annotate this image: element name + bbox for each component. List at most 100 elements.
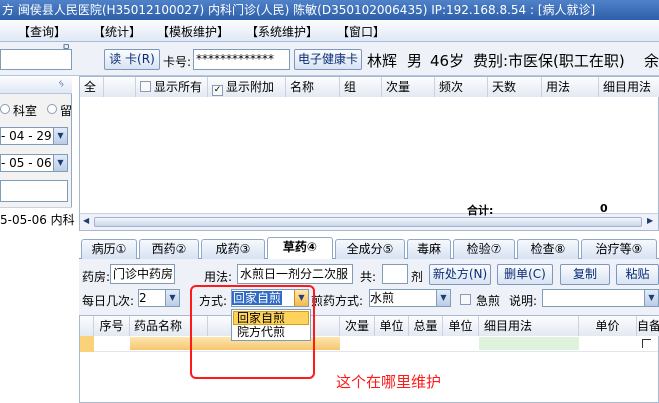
scroll-right-icon[interactable]: ▶ [647,216,653,225]
scroll-thumb[interactable] [94,217,642,227]
row-indicator [80,336,94,352]
urgent-decoction-checkbox[interactable] [460,294,471,305]
total-label: 合计: [467,204,494,217]
tab-medical-record[interactable]: 病历① [81,239,137,259]
col-frequency: 频次 [435,77,488,97]
radio-other-icon[interactable] [47,104,57,114]
visit-list: 5-05-06 内科 [0,207,75,403]
date-from-picker[interactable]: - 04 - 29 ▼ [0,127,68,145]
col-seq: 序号 [94,316,130,336]
window-title-bar: 方 闽侯县人民医院(H35012100027) 内科门诊(人民) 陈敏(D350… [0,0,659,20]
col-detail-usage: 细目用法 [479,316,579,336]
tab-lab-tests[interactable]: 检验⑦ [453,239,515,259]
radio-other-label: 留 [60,104,73,118]
patient-age: 46岁 [430,52,465,70]
order-tabs: 病历① 西药② 成药③ 草药④ 全成分⑤ 毒麻 检验⑦ 检查⑧ 治疗等⑨ [79,237,659,259]
detail-usage-cell[interactable] [479,337,579,350]
dose-count-label: 共: [360,270,377,284]
panel-pin-icon[interactable]: ᛃ [58,77,65,90]
times-per-day-value: 2 [139,291,147,305]
horizontal-scrollbar[interactable]: ◀ ▶ [80,213,658,230]
annotation-text: 这个在哪里维护 [336,373,442,391]
window-title: 方 闽侯县人民医院(H35012100027) 内科门诊(人民) 陈敏(D350… [2,3,596,17]
herbal-settings-panel: 药房: 门诊中药房 用法: 水煎日一剂分二次服 共: 剂 新处方(N) 删单(C… [79,259,659,315]
pharmacy-field[interactable]: 门诊中药房 [110,264,175,284]
copy-button[interactable]: 复制 [560,264,610,285]
show-extra-checkbox[interactable]: ✓ [212,85,223,96]
col-indicator [80,316,94,336]
menu-template-maintenance[interactable]: 【模板维护】 [157,23,229,40]
pin-icon[interactable]: ㅁ [62,40,74,53]
menu-statistics[interactable]: 【统计】 [93,23,141,40]
self-provided-checkbox[interactable] [642,339,651,348]
date-from-value: - 04 - 29 [1,129,52,143]
new-prescription-button[interactable]: 新处方(N) [429,264,491,285]
note-select[interactable]: ▼ [542,289,659,307]
col-usage: 用法 [542,77,599,97]
balance-label: 余 [644,52,659,70]
chevron-down-icon[interactable]: ▼ [53,155,67,171]
chevron-down-icon[interactable]: ▼ [53,128,67,144]
table-row[interactable] [80,336,658,352]
urgent-decoction-label: 急煎 [476,294,501,308]
decoct-mode-select[interactable]: 水煎 ▼ [369,289,451,307]
times-per-day-label: 每日几次: [82,294,135,308]
menu-window[interactable]: 【窗口】 [337,23,385,40]
paste-button[interactable]: 粘贴 [616,264,659,285]
dose-unit-label: 剂 [411,270,424,284]
tab-herbal-medicine[interactable]: 草药④ [267,237,333,259]
radio-dept-icon[interactable] [0,104,10,114]
decoct-mode-label: 煎药方式: [311,294,364,308]
chevron-down-icon[interactable]: ▼ [644,290,658,306]
decoct-mode-value: 水煎 [370,291,395,305]
tab-full-ingredients[interactable]: 全成分⑤ [335,239,405,259]
col-dose: 次量 [382,77,435,97]
col-dose: 次量 [340,316,375,336]
col-detail-usage: 细目用法 [599,77,659,97]
scroll-left-icon[interactable]: ◀ [83,216,89,225]
col-unit-2: 单位 [443,316,479,336]
menu-bar: 【查询】 【统计】 【模板维护】 【系统维护】 【窗口】 [0,20,659,42]
radio-dept-label: 科室 [13,104,38,118]
usage-field[interactable]: 水煎日一剂分二次服 [237,264,353,284]
dose-count-input[interactable] [382,264,408,284]
card-no-input[interactable]: ************* [193,49,290,70]
col-show-all[interactable]: 显示所有 [136,77,208,97]
menu-system-maintenance[interactable]: 【系统维护】 [246,23,318,40]
chevron-down-icon[interactable]: ▼ [436,290,450,306]
left-filter-input[interactable] [0,180,68,202]
tab-patent-medicine[interactable]: 成药③ [201,239,265,259]
show-extra-label: 显示附加 [226,80,275,94]
chevron-down-icon[interactable]: ▼ [165,290,179,306]
health-card-button[interactable]: 电子健康卡 [294,49,362,70]
read-card-button[interactable]: 读 卡(R) [104,49,160,70]
list-item[interactable]: 5-05-06 内科 [0,211,75,228]
col-days: 天数 [488,77,542,97]
date-to-value: - 05 - 06 [1,156,52,170]
visit-dept: 内科 [50,213,75,227]
col-price: 单价 [579,316,637,336]
tab-narcotics[interactable]: 毒麻 [407,239,451,259]
fee-type: 费别:市医保(职工在职) [473,52,625,70]
left-panel-header: ᛃ [0,76,72,94]
show-all-label: 显示所有 [154,80,203,94]
col-show-extra[interactable]: ✓ 显示附加 [208,77,286,97]
usage-label: 用法: [204,270,233,284]
col-group: 组 [340,77,382,97]
delete-prescription-button[interactable]: 删单(C) [497,264,553,285]
menu-query[interactable]: 【查询】 [18,23,66,40]
show-all-checkbox[interactable] [140,81,151,92]
date-to-picker[interactable]: - 05 - 06 ▼ [0,154,68,172]
col-empty [104,77,136,97]
card-no-label: 卡号: [163,55,192,69]
tab-treatments[interactable]: 治疗等⑨ [581,239,657,259]
patient-toolbar: ㅁ 读 卡(R) 卡号: ************* 电子健康卡 林辉 男 46… [0,42,659,76]
times-per-day-select[interactable]: 2 ▼ [138,289,180,307]
col-self-provided: 自备 [637,316,659,336]
tab-examinations[interactable]: 检查⑧ [517,239,579,259]
total-value: 0 [600,202,608,215]
annotation-highlight-box [190,285,315,379]
pharmacy-label: 药房: [82,270,111,284]
tab-western-medicine[interactable]: 西药② [139,239,199,259]
col-select-all[interactable]: 全 [80,77,104,97]
